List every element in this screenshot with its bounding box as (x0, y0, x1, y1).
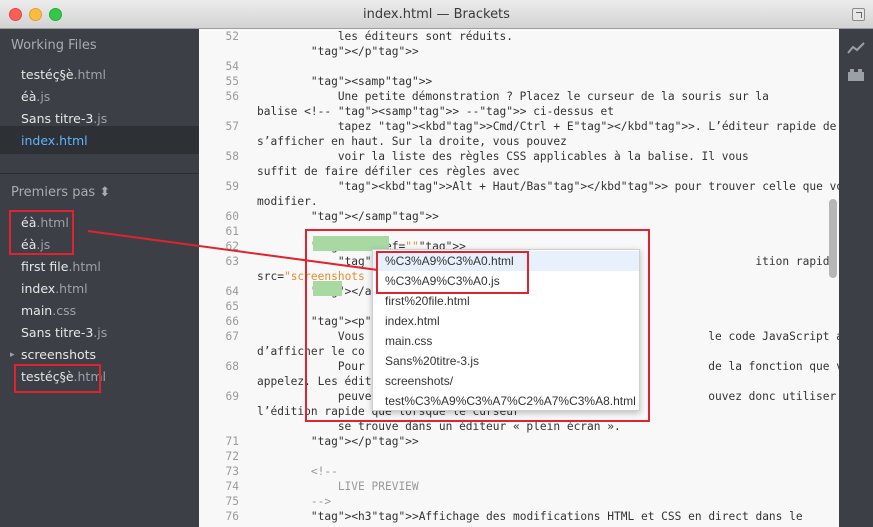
right-toolbar (839, 29, 873, 527)
annotation-arrow (87, 230, 379, 271)
annotation-line (87, 230, 379, 271)
extension-manager-icon[interactable] (847, 68, 865, 82)
live-preview-icon[interactable] (847, 41, 865, 55)
editor-scrollbar[interactable] (829, 199, 837, 278)
